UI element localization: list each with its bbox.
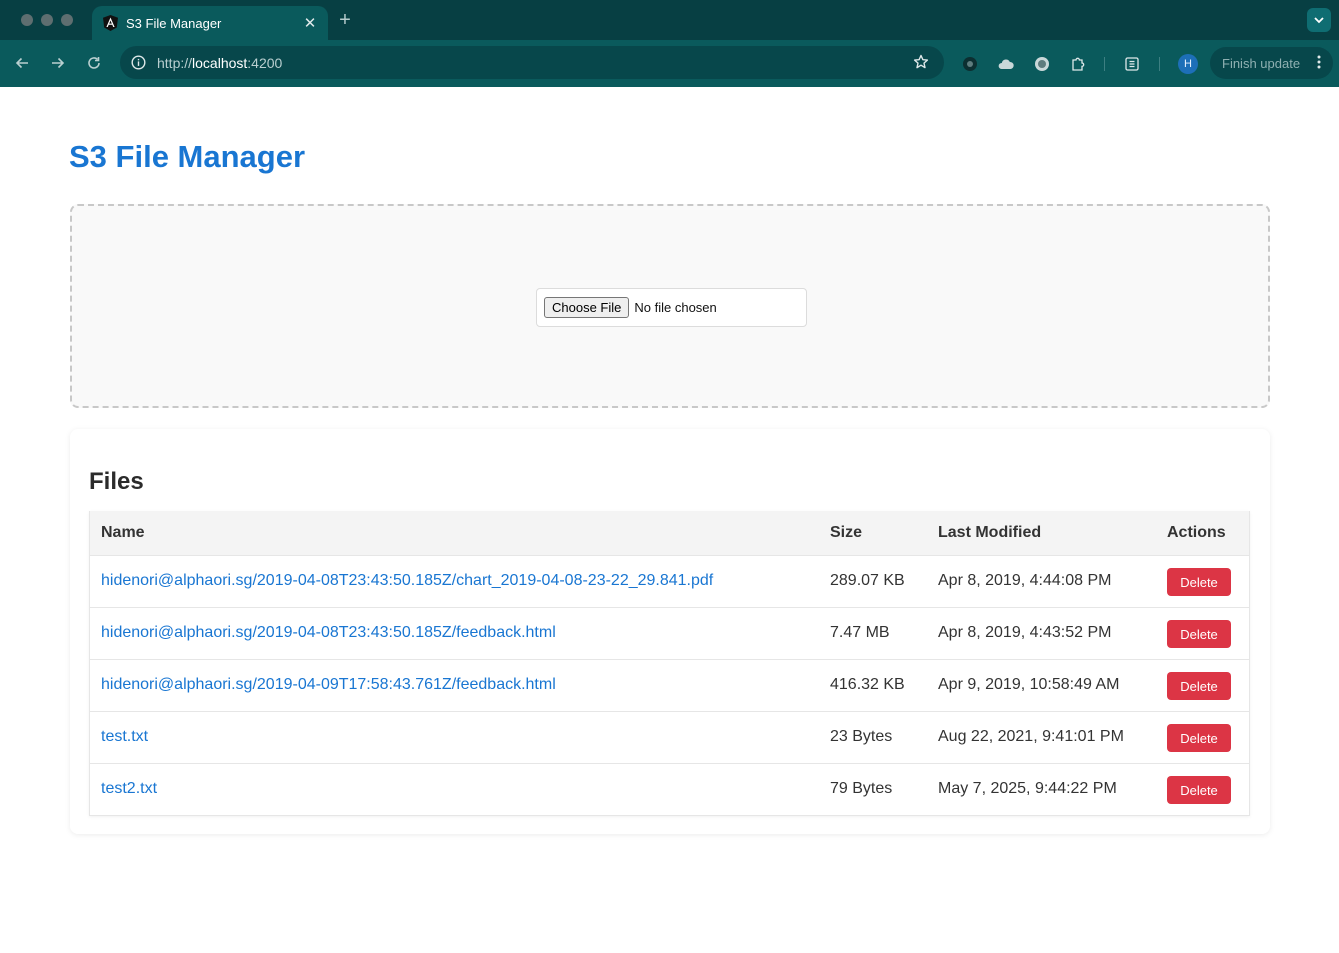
browser-toolbar: http://localhost:4200 H Finish update — [0, 40, 1339, 87]
arrow-left-icon — [15, 57, 28, 69]
file-link[interactable]: hidenori@alphaori.sg/2019-04-08T23:43:50… — [101, 572, 713, 590]
column-header-modified: Last Modified — [938, 524, 1042, 541]
finish-update-button[interactable]: Finish update — [1210, 47, 1333, 79]
url-host: localhost — [192, 54, 248, 71]
file-size: 23 Bytes — [830, 728, 893, 745]
table-row: hidenori@alphaori.sg/2019-04-08T23:43:50… — [90, 555, 1249, 607]
tab-active[interactable]: S3 File Manager ✕ — [92, 6, 328, 40]
file-size: 416.32 KB — [830, 676, 905, 693]
reload-icon — [88, 57, 100, 69]
column-header-name: Name — [101, 524, 145, 541]
window-controls — [21, 14, 73, 26]
tab-strip: S3 File Manager ✕ + — [0, 0, 1339, 40]
new-tab-button[interactable]: + — [336, 9, 354, 32]
file-size: 289.07 KB — [830, 572, 905, 589]
globe-icon[interactable] — [1032, 54, 1052, 74]
file-link[interactable]: hidenori@alphaori.sg/2019-04-09T17:58:43… — [101, 676, 556, 694]
kebab-menu-icon[interactable] — [1317, 55, 1321, 72]
file-modified: Apr 8, 2019, 4:44:08 PM — [938, 572, 1112, 589]
close-window-button[interactable] — [21, 14, 33, 26]
delete-button[interactable]: Delete — [1167, 724, 1231, 752]
maximize-window-button[interactable] — [61, 14, 73, 26]
upload-dropzone[interactable]: Choose File No file chosen — [70, 204, 1270, 408]
delete-button[interactable]: Delete — [1167, 776, 1231, 804]
files-heading: Files — [89, 468, 144, 495]
toolbar-divider — [1104, 57, 1105, 71]
file-input[interactable]: Choose File No file chosen — [536, 288, 807, 327]
toolbar-divider — [1159, 57, 1160, 71]
forward-button[interactable] — [47, 52, 69, 74]
page-title: S3 File Manager — [69, 139, 306, 174]
page-content: S3 File Manager Choose File No file chos… — [0, 87, 1339, 953]
column-header-size: Size — [830, 524, 863, 541]
reading-list-icon[interactable] — [1122, 54, 1142, 74]
browser-chrome: S3 File Manager ✕ + http://localhost:420… — [0, 0, 1339, 87]
table-row: hidenori@alphaori.sg/2019-04-08T23:43:50… — [90, 607, 1249, 659]
arrow-right-icon — [52, 57, 65, 69]
file-size: 7.47 MB — [830, 624, 890, 641]
table-header: Name Size Last Modified Actions — [90, 511, 1249, 555]
url-text: http://localhost:4200 — [157, 55, 282, 71]
file-size: 79 Bytes — [830, 780, 893, 797]
file-modified: Aug 22, 2021, 9:41:01 PM — [938, 728, 1124, 745]
file-link[interactable]: test2.txt — [101, 780, 157, 798]
file-link[interactable]: test.txt — [101, 728, 148, 746]
file-modified: Apr 8, 2019, 4:43:52 PM — [938, 624, 1112, 641]
choose-file-button[interactable]: Choose File — [544, 297, 630, 318]
files-card: Files Name Size Last Modified Actions hi… — [70, 429, 1270, 834]
delete-button[interactable]: Delete — [1167, 620, 1231, 648]
back-button[interactable] — [11, 52, 33, 74]
delete-button[interactable]: Delete — [1167, 672, 1231, 700]
info-icon[interactable] — [129, 54, 147, 72]
table-row: test.txt 23 Bytes Aug 22, 2021, 9:41:01 … — [90, 711, 1249, 763]
file-link[interactable]: hidenori@alphaori.sg/2019-04-08T23:43:50… — [101, 624, 556, 642]
table-row: hidenori@alphaori.sg/2019-04-09T17:58:43… — [90, 659, 1249, 711]
tab-title: S3 File Manager — [126, 15, 222, 31]
url-port: :4200 — [247, 54, 283, 71]
star-icon[interactable] — [912, 53, 930, 71]
file-modified: May 7, 2025, 9:44:22 PM — [938, 780, 1117, 797]
cloud-icon[interactable] — [996, 54, 1016, 74]
chevron-down-icon — [1314, 16, 1324, 23]
address-bar[interactable]: http://localhost:4200 — [120, 46, 944, 79]
files-table: Name Size Last Modified Actions hidenori… — [89, 511, 1250, 816]
delete-button[interactable]: Delete — [1167, 568, 1231, 596]
profile-avatar[interactable]: H — [1178, 54, 1198, 74]
puzzle-icon[interactable] — [1068, 54, 1088, 74]
finish-update-label: Finish update — [1222, 55, 1301, 71]
file-modified: Apr 9, 2019, 10:58:49 AM — [938, 676, 1120, 693]
record-icon[interactable] — [960, 54, 980, 74]
tab-search-button[interactable] — [1307, 8, 1331, 32]
angular-logo-icon — [102, 15, 118, 31]
minimize-window-button[interactable] — [41, 14, 53, 26]
table-row: test2.txt 79 Bytes May 7, 2025, 9:44:22 … — [90, 763, 1249, 815]
column-header-actions: Actions — [1167, 524, 1226, 541]
file-status-text: No file chosen — [634, 300, 717, 315]
reload-button[interactable] — [83, 52, 105, 74]
url-scheme: http:// — [157, 54, 193, 71]
close-tab-icon[interactable]: ✕ — [302, 14, 318, 32]
